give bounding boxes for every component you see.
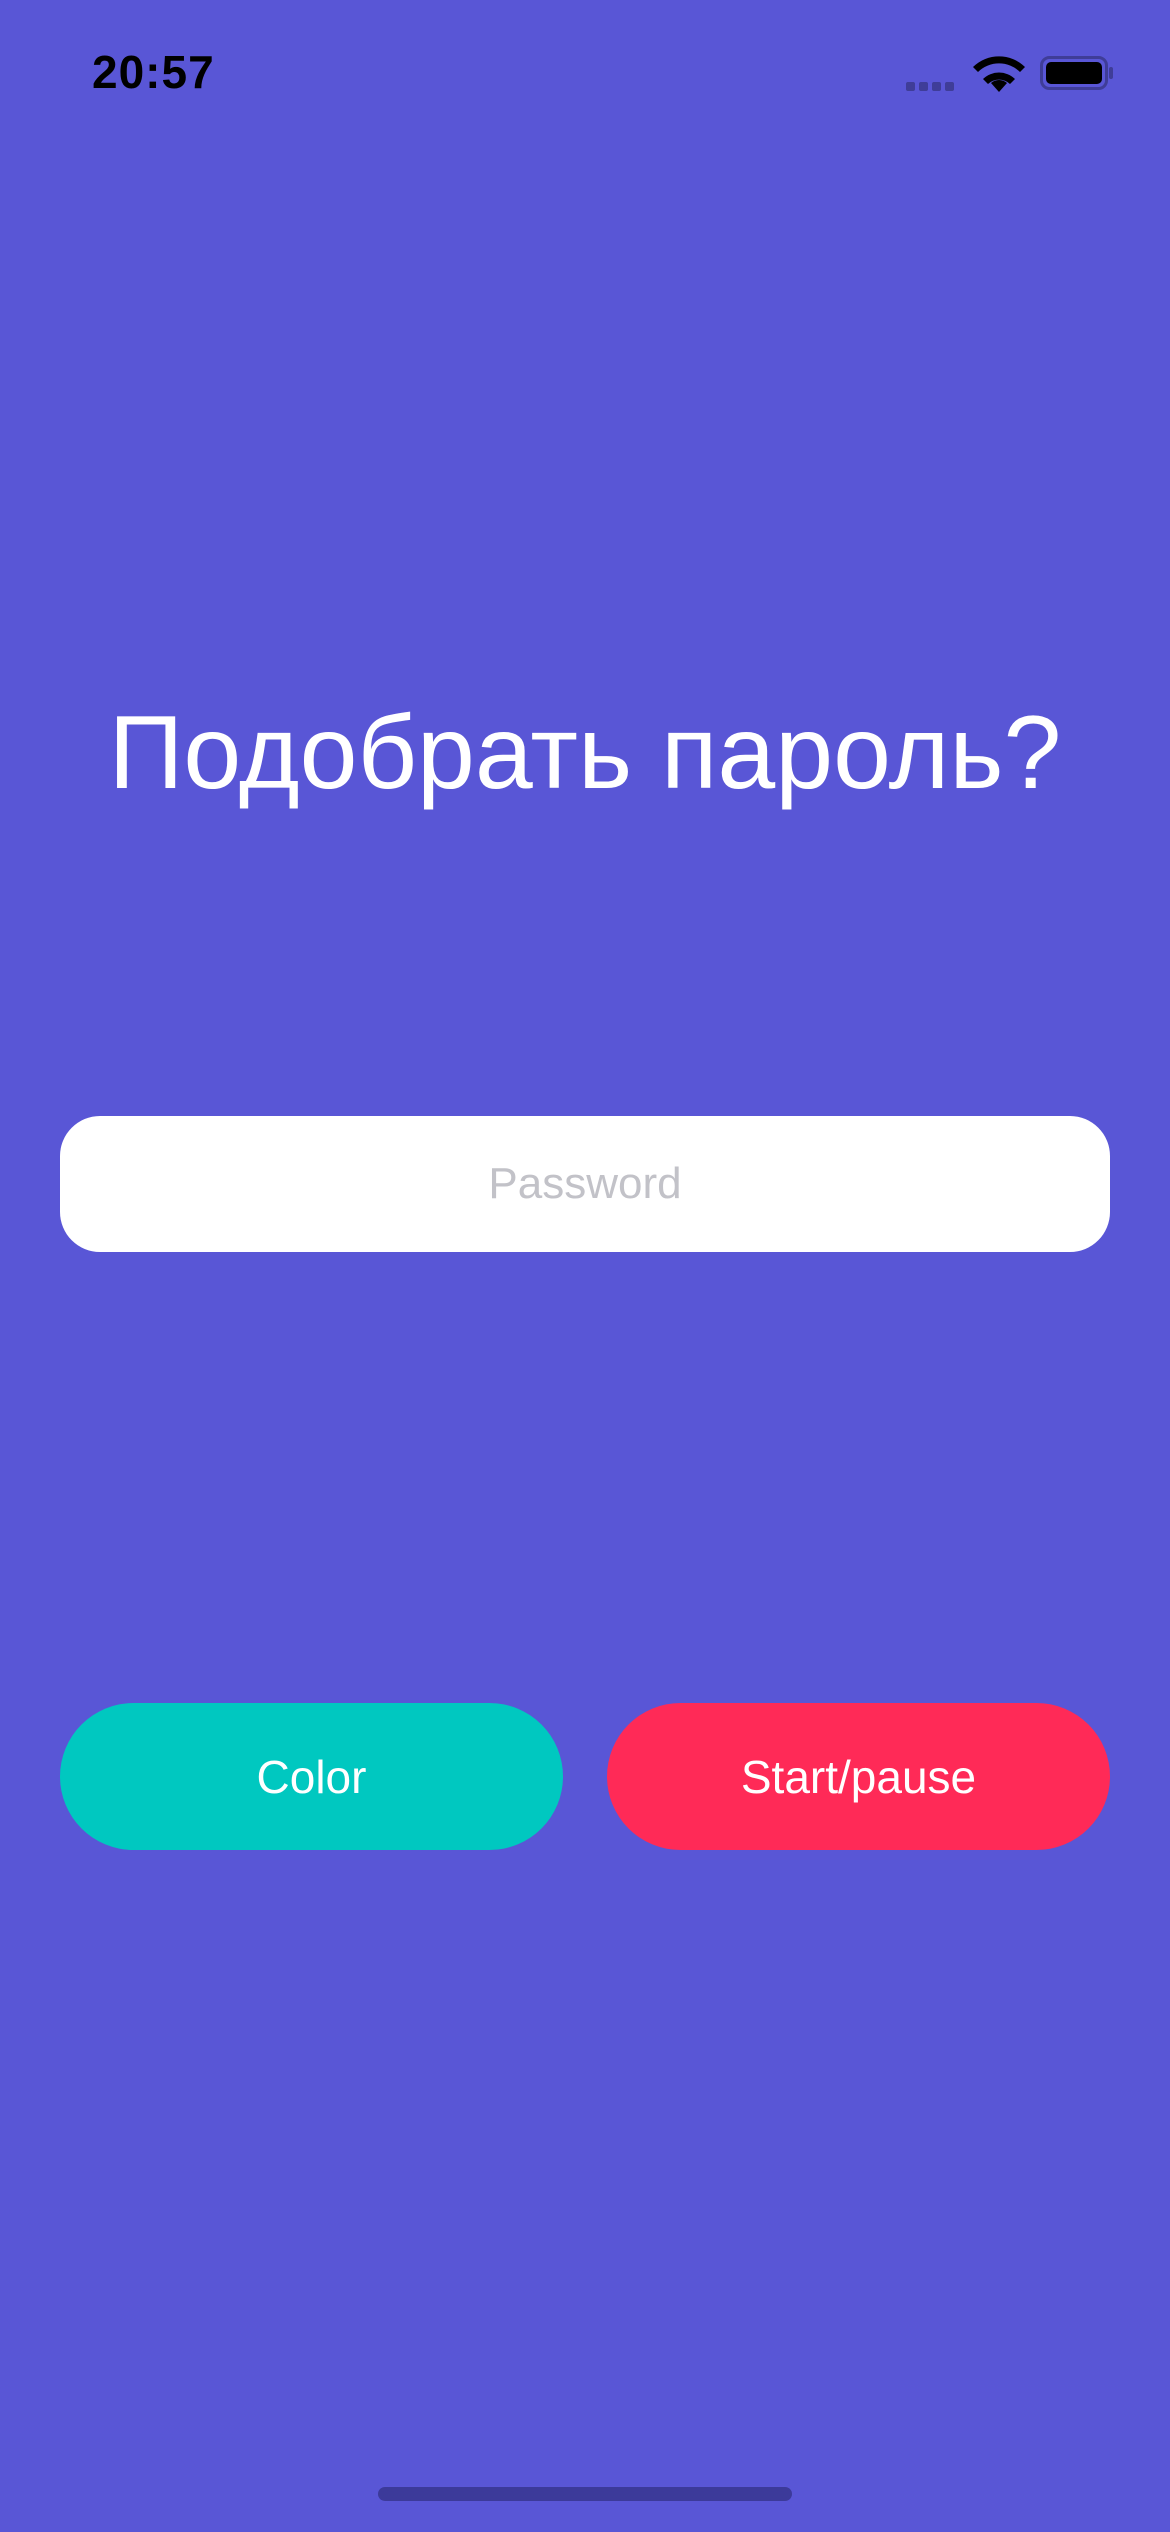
start-pause-button[interactable]: Start/pause <box>607 1703 1110 1850</box>
color-button[interactable]: Color <box>60 1703 563 1850</box>
status-bar: 20:57 <box>0 0 1170 150</box>
color-button-label: Color <box>256 1750 367 1803</box>
app-screen: 20:57 Подобрать пароль? Color Start/paus… <box>0 0 1170 2532</box>
password-input[interactable] <box>60 1116 1110 1252</box>
home-indicator[interactable] <box>378 2487 792 2501</box>
status-time: 20:57 <box>92 46 215 98</box>
battery-icon <box>1040 56 1113 90</box>
cellular-signal-icon <box>906 82 958 92</box>
start-pause-button-label: Start/pause <box>740 1750 977 1803</box>
page-title: Подобрать пароль? <box>108 695 1062 811</box>
wifi-icon <box>973 56 1025 92</box>
